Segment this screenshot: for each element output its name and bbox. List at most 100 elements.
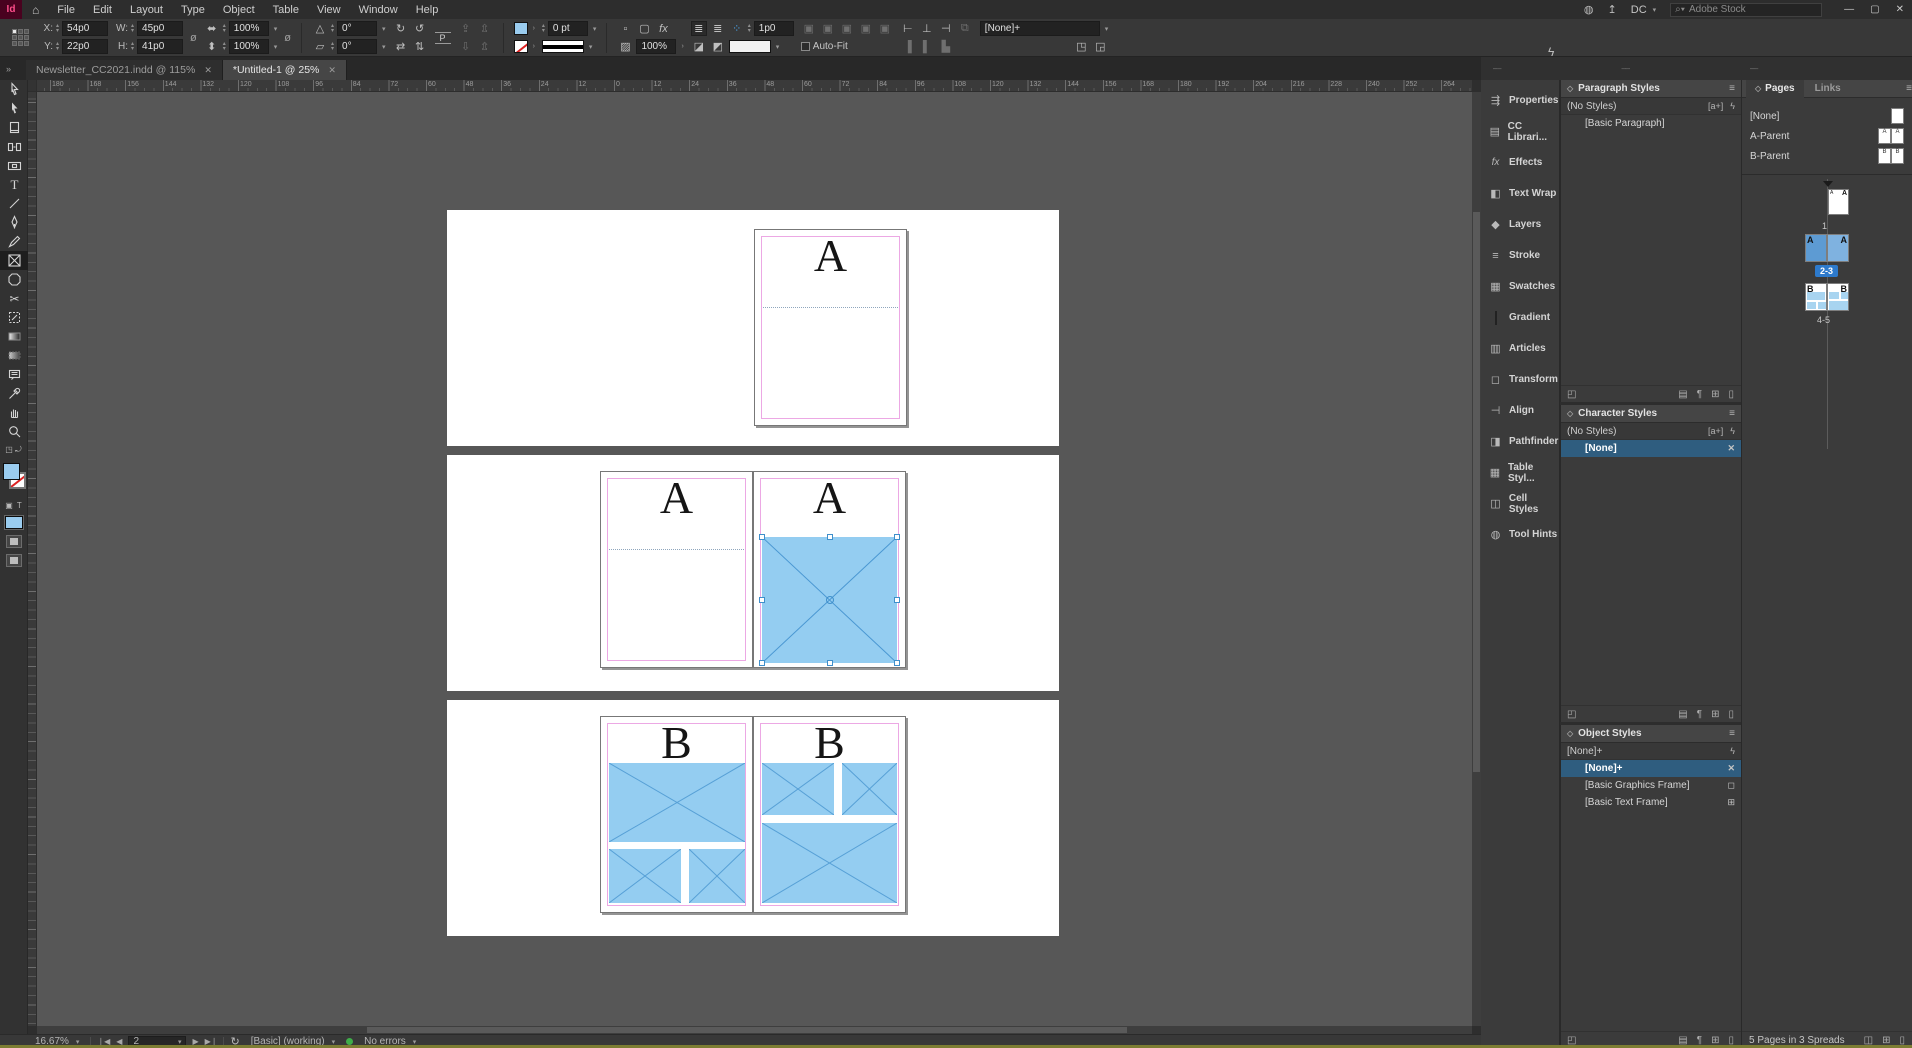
auto-fit-checkbox[interactable]	[800, 42, 810, 51]
new-style-icon[interactable]: ⊞	[1711, 1035, 1719, 1046]
page-2[interactable]: A	[600, 471, 753, 668]
align-left-icon[interactable]: ⊢	[900, 21, 916, 36]
document-canvas[interactable]: A A A B B	[37, 92, 1472, 1026]
wrap-bounding-box-icon[interactable]: ≣	[710, 21, 726, 36]
dock-item-cell-styles[interactable]: ◫ Cell Styles	[1481, 488, 1559, 519]
spread-thumb-4-5[interactable]: BB	[1805, 283, 1849, 311]
paragraph-icon[interactable]: ¶	[1697, 1035, 1702, 1046]
ruler-origin-corner[interactable]	[28, 80, 37, 92]
line-tool[interactable]	[0, 194, 28, 213]
clear-overrides-icon[interactable]: ◲	[1092, 39, 1108, 54]
effect-preset-dropdown[interactable]	[728, 40, 771, 53]
page-5[interactable]: B	[753, 716, 906, 913]
collapse-icon[interactable]: ◇	[1567, 84, 1573, 93]
folder-icon[interactable]: ▤	[1678, 1035, 1687, 1046]
style-row[interactable]: [None] ✕	[1561, 440, 1741, 457]
new-style-icon[interactable]: ⊞	[1711, 389, 1719, 400]
corner-shape-icon[interactable]: ▢	[636, 21, 652, 36]
content-collector-tool[interactable]	[0, 156, 28, 175]
shear-angle-field[interactable]: 0°	[337, 39, 378, 54]
resize-handle[interactable]	[826, 660, 833, 666]
dock-item-text-wrap[interactable]: ◧ Text Wrap	[1481, 178, 1559, 209]
rotate-ccw-icon[interactable]: ↺	[412, 21, 428, 36]
paragraph-icon[interactable]: ¶	[1697, 709, 1702, 720]
delete-page-icon[interactable]: ▯	[1899, 1035, 1905, 1046]
graphics-frame[interactable]	[762, 763, 834, 815]
new-style-icon[interactable]: ⊞	[1711, 709, 1719, 720]
scissors-tool[interactable]: ✂	[0, 289, 28, 308]
page-thumbnail[interactable]: B	[1805, 283, 1827, 311]
wrap-none-icon[interactable]: ≣	[690, 21, 707, 36]
adobe-stock-search[interactable]: ⌕▾ Adobe Stock	[1670, 2, 1823, 17]
panel-menu-icon[interactable]: ≡	[1729, 83, 1735, 94]
spread-thumb-2-3[interactable]: AA	[1805, 234, 1849, 262]
menu-file[interactable]: File	[48, 0, 84, 19]
master-aparent[interactable]: A-Parent A A	[1742, 126, 1912, 146]
selected-graphics-frame[interactable]	[759, 534, 900, 666]
screen-mode-icon[interactable]	[5, 554, 22, 567]
style-override-icon[interactable]: ◳	[1073, 39, 1089, 54]
delete-style-icon[interactable]: ▯	[1728, 1035, 1734, 1046]
panel-menu-icon[interactable]: ≡	[1906, 83, 1912, 94]
free-transform-tool[interactable]	[0, 308, 28, 327]
close-tab-icon[interactable]: ✕	[204, 65, 212, 76]
resize-handle[interactable]	[894, 597, 900, 603]
flip-horizontal-icon[interactable]: ⇄	[393, 39, 409, 54]
resize-handle[interactable]	[894, 534, 900, 540]
rectangle-frame-tool[interactable]	[0, 251, 28, 270]
gradient-swatch-tool[interactable]	[0, 327, 28, 346]
pen-tool[interactable]	[0, 213, 28, 232]
style-quick-row[interactable]: (No Styles) [a+] ϟ	[1561, 98, 1741, 115]
expand-icon[interactable]: ◰	[1567, 1035, 1576, 1046]
document-tab[interactable]: Newsletter_CC2021.indd @ 115% ✕	[26, 60, 223, 80]
type-tool[interactable]: T	[0, 175, 28, 194]
x-position-field[interactable]: 54p0	[62, 21, 109, 36]
gap-tool[interactable]	[0, 137, 28, 156]
hand-tool[interactable]	[0, 403, 28, 422]
panel-menu-icon[interactable]: ≡	[1729, 408, 1735, 419]
page-thumbnail[interactable]: A	[1827, 234, 1849, 262]
home-icon[interactable]: ⌂	[32, 3, 39, 17]
dock-item-properties[interactable]: ⇶ Properties	[1481, 85, 1559, 116]
vertical-scrollbar[interactable]	[1472, 92, 1481, 1026]
graphics-frame[interactable]	[609, 849, 681, 903]
scale-y-field[interactable]: 100%	[228, 39, 269, 54]
stroke-type-dropdown[interactable]	[541, 40, 584, 53]
share-icon[interactable]: ↥	[1608, 3, 1617, 16]
edit-page-size-icon[interactable]: ◫	[1864, 1035, 1873, 1046]
close-tab-icon[interactable]: ✕	[328, 65, 336, 76]
expand-icon[interactable]: ◰	[1567, 709, 1576, 720]
pencil-tool[interactable]	[0, 232, 28, 251]
gradient-feather-tool[interactable]	[0, 346, 28, 365]
rectangle-tool[interactable]	[0, 270, 28, 289]
expand-icon[interactable]: ◰	[1567, 389, 1576, 400]
paragraph-icon[interactable]: ¶	[1697, 389, 1702, 400]
spread-thumb-1[interactable]: AA	[1828, 189, 1849, 215]
corner-size-icon[interactable]: ⁘	[729, 21, 745, 36]
menu-edit[interactable]: Edit	[84, 0, 121, 19]
dock-item-stroke[interactable]: ≡ Stroke	[1481, 240, 1559, 271]
drop-shadow-icon[interactable]: ◪	[691, 39, 707, 54]
page-3[interactable]: A	[753, 471, 906, 668]
dock-item-tool-hints[interactable]: ◍ Tool Hints	[1481, 519, 1559, 550]
restore-icon[interactable]: ▢	[1870, 4, 1879, 15]
dock-item-cc-librari-[interactable]: ▤ CC Librari...	[1481, 116, 1559, 147]
opacity-icon[interactable]: ▨	[617, 39, 633, 54]
justify-top-icon[interactable]: ▐	[900, 39, 916, 54]
page-thumbnail[interactable]: B	[1827, 283, 1849, 311]
dock-item-table-styl-[interactable]: ▦ Table Styl...	[1481, 457, 1559, 488]
height-field[interactable]: 41p0	[137, 39, 184, 54]
minimize-icon[interactable]: —	[1844, 4, 1854, 15]
effects-icon[interactable]: fx	[655, 21, 671, 36]
fill-swatch[interactable]	[3, 463, 20, 480]
fill-color-swatch[interactable]	[513, 22, 528, 35]
new-page-icon[interactable]: ⊞	[1882, 1035, 1890, 1046]
master-none[interactable]: [None]	[1742, 106, 1912, 126]
tab-links[interactable]: Links	[1806, 80, 1850, 98]
flip-vertical-icon[interactable]: ⇅	[412, 39, 428, 54]
dock-item-gradient[interactable]: Gradient	[1481, 302, 1559, 333]
page-thumbnail[interactable]: A	[1805, 234, 1827, 262]
menu-layout[interactable]: Layout	[121, 0, 172, 19]
menu-help[interactable]: Help	[407, 0, 448, 19]
page-tool[interactable]	[0, 118, 28, 137]
